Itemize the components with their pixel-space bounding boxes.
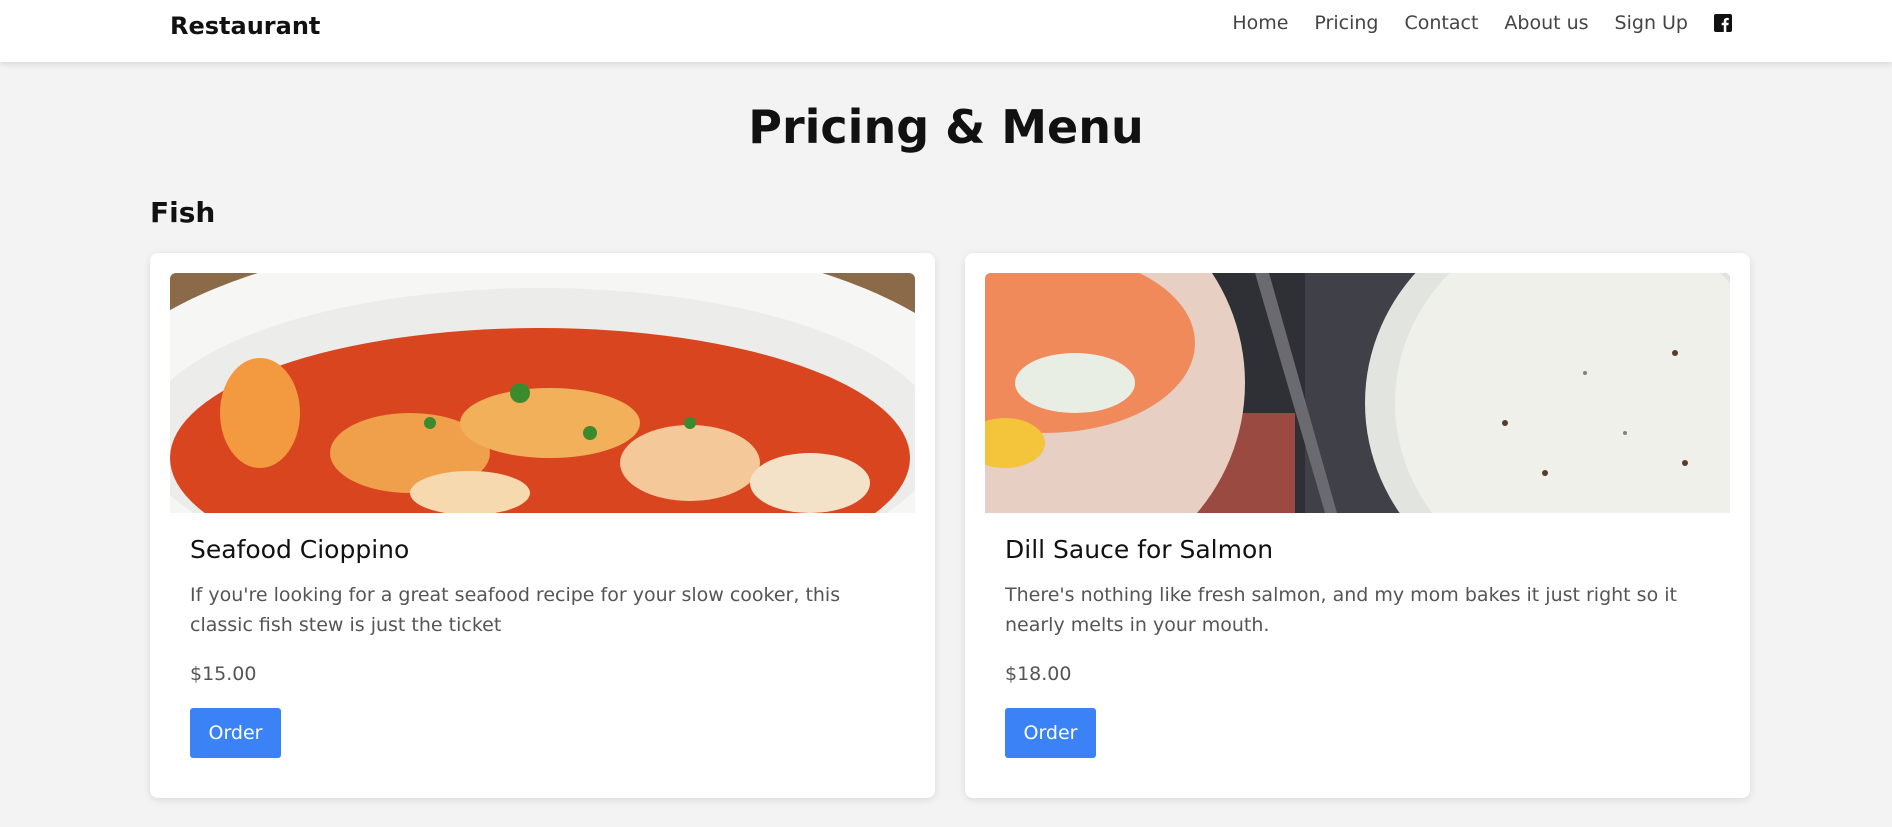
nav-link-sign-up[interactable]: Sign Up [1615, 12, 1688, 34]
menu-card: Seafood Cioppino If you're looking for a… [150, 253, 935, 798]
facebook-icon[interactable] [1714, 14, 1732, 32]
card-price: $18.00 [1005, 663, 1072, 685]
dill-sauce-salmon-image [985, 273, 1730, 513]
nav-link-contact[interactable]: Contact [1404, 12, 1478, 34]
nav-link-about-us[interactable]: About us [1504, 12, 1588, 34]
navbar: Restaurant Home Pricing Contact About us… [0, 0, 1892, 62]
section-title-fish: Fish [150, 196, 216, 229]
card-price: $15.00 [190, 663, 257, 685]
brand-logo[interactable]: Restaurant [170, 12, 320, 40]
card-description: There's nothing like fresh salmon, and m… [1005, 584, 1677, 636]
nav-link-pricing[interactable]: Pricing [1314, 12, 1378, 34]
page-title: Pricing & Menu [748, 100, 1144, 154]
card-title: Dill Sauce for Salmon [1005, 535, 1274, 564]
card-description: If you're looking for a great seafood re… [190, 584, 841, 636]
menu-card: Dill Sauce for Salmon There's nothing li… [965, 253, 1750, 798]
nav-links: Home Pricing Contact About us Sign Up [1232, 12, 1732, 34]
card-title: Seafood Cioppino [190, 535, 410, 564]
order-button[interactable]: Order [190, 708, 281, 758]
order-button[interactable]: Order [1005, 708, 1096, 758]
nav-link-home[interactable]: Home [1232, 12, 1288, 34]
seafood-cioppino-image [170, 273, 915, 513]
